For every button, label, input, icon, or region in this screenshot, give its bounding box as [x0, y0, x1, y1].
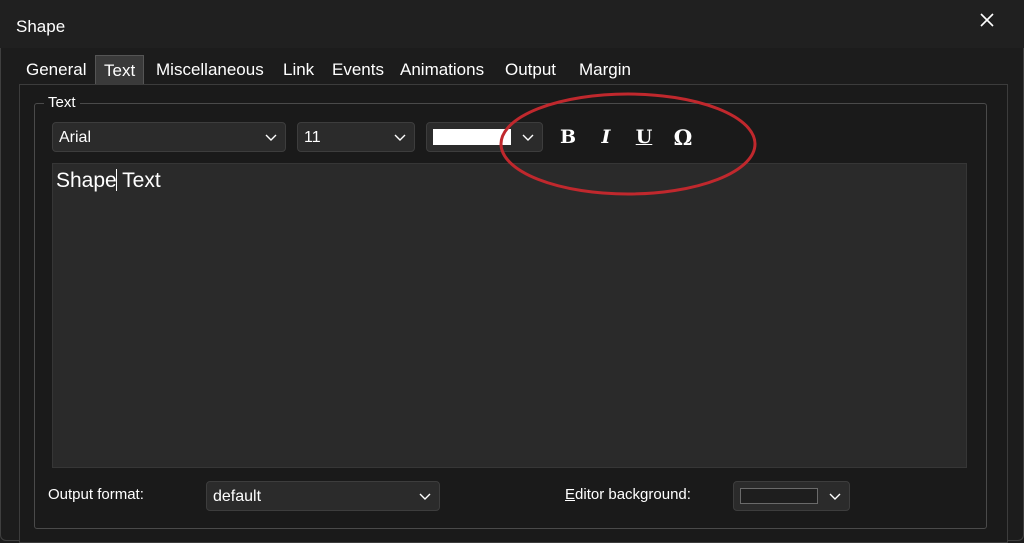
highlight-ellipse-annotation [499, 92, 757, 196]
